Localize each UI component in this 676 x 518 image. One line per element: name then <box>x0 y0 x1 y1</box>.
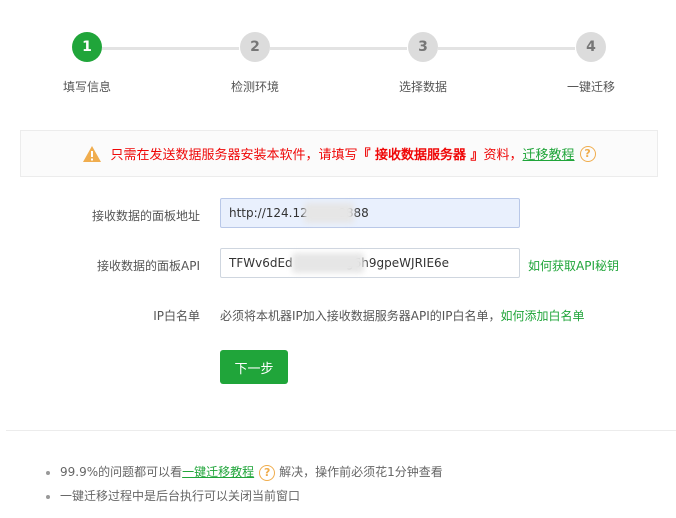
step-3-circle: 3 <box>408 32 438 62</box>
tip-text-prefix: 99.9%的问题都可以看 <box>60 465 183 479</box>
help-icon[interactable]: ? <box>579 145 596 162</box>
step-connector <box>102 47 239 50</box>
notice-alert: 只需在发送数据服务器安装本软件，请填写 『 接收数据服务器 』 资料， 迁移教程… <box>20 130 658 177</box>
alert-text-suffix: 资料， <box>483 148 523 163</box>
one-click-migration-tutorial-link[interactable]: 一键迁移教程 <box>182 465 254 479</box>
divider <box>6 430 676 431</box>
tip-item: 99.9%的问题都可以看一键迁移教程?解决，操作前必须花1分钟查看 <box>60 463 443 487</box>
step-4-circle: 4 <box>576 32 606 62</box>
redaction-mask <box>304 203 354 223</box>
panel-api-input[interactable] <box>220 248 520 278</box>
panel-address-label: 接收数据的面板地址 <box>91 209 200 223</box>
tip-item: 一键迁移过程中是后台执行可以关闭当前窗口 <box>60 487 443 511</box>
step-4-label: 一键迁移 <box>566 80 615 94</box>
tips-list: 99.9%的问题都可以看一键迁移教程?解决，操作前必须花1分钟查看 一键迁移过程… <box>40 463 443 511</box>
step-2-label: 检测环境 <box>230 80 279 94</box>
panel-address-input[interactable] <box>220 198 520 228</box>
step-connector <box>438 47 575 50</box>
help-icon[interactable]: ? <box>259 465 276 481</box>
add-whitelist-link[interactable]: 如何添加白名单 <box>501 309 585 323</box>
tip-text-suffix: 解决，操作前必须花1分钟查看 <box>279 465 443 479</box>
alert-text-prefix: 只需在发送数据服务器安装本软件，请填写 <box>110 148 358 163</box>
get-api-key-link[interactable]: 如何获取API秘钥 <box>528 257 619 274</box>
ip-whitelist-note: 必须将本机器IP加入接收数据服务器API的IP白名单，如何添加白名单 <box>220 307 585 324</box>
step-1-label: 填写信息 <box>62 80 111 94</box>
warning-triangle-icon <box>83 145 102 162</box>
panel-api-label: 接收数据的面板API <box>97 259 200 273</box>
step-3-label: 选择数据 <box>398 80 447 94</box>
next-step-button[interactable]: 下一步 <box>220 350 288 384</box>
step-2-circle: 2 <box>240 32 270 62</box>
step-connector <box>270 47 407 50</box>
stepper: 1 2 3 4 填写信息 检测环境 选择数据 一键迁移 <box>0 0 676 110</box>
migration-tutorial-link[interactable]: 迁移教程 <box>523 144 575 163</box>
redaction-mask <box>292 253 364 273</box>
alert-highlight: 『 接收数据服务器 』 <box>357 148 484 163</box>
tip-text: 一键迁移过程中是后台执行可以关闭当前窗口 <box>60 489 301 503</box>
ip-whitelist-note-text: 必须将本机器IP加入接收数据服务器API的IP白名单， <box>220 309 501 323</box>
step-1-circle: 1 <box>72 32 102 62</box>
ip-whitelist-label: IP白名单 <box>153 309 200 323</box>
